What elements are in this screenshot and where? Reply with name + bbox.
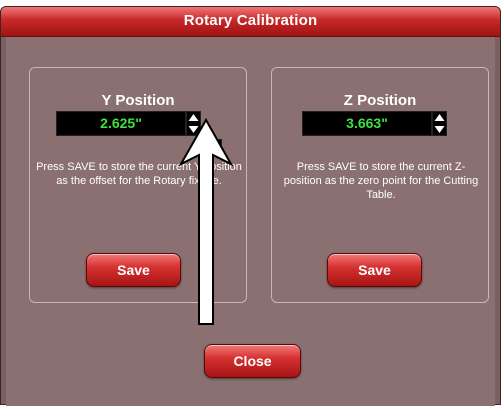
y-position-nudge[interactable] <box>195 139 222 153</box>
z-position-panel: Z Position 3.663" Press SAVE to store th… <box>271 67 489 303</box>
window-title: Rotary Calibration <box>1 7 500 37</box>
y-position-description: Press SAVE to store the current Y-positi… <box>36 161 242 187</box>
z-position-description: Press SAVE to store the current Z-positi… <box>283 161 479 201</box>
y-position-spinner[interactable] <box>186 111 201 136</box>
left-right-arrows-icon <box>198 142 219 152</box>
z-position-title: Z Position <box>343 92 417 109</box>
y-position-title: Y Position <box>101 92 175 109</box>
up-down-arrows-icon <box>188 114 199 133</box>
close-button[interactable]: Close <box>204 344 301 378</box>
z-position-value[interactable]: 3.663" <box>302 111 432 136</box>
y-position-panel: Y Position 2.625" Press SAVE to store th… <box>29 67 247 303</box>
z-position-spinner[interactable] <box>432 111 447 136</box>
y-save-button[interactable]: Save <box>86 253 181 287</box>
y-position-value[interactable]: 2.625" <box>56 111 186 136</box>
up-down-arrows-icon <box>434 114 445 133</box>
dialog-content: Y Position 2.625" Press SAVE to store th… <box>6 37 495 406</box>
rotary-calibration-window: Rotary Calibration Y Position 2.625" Pre… <box>0 6 501 406</box>
z-save-button[interactable]: Save <box>327 253 422 287</box>
